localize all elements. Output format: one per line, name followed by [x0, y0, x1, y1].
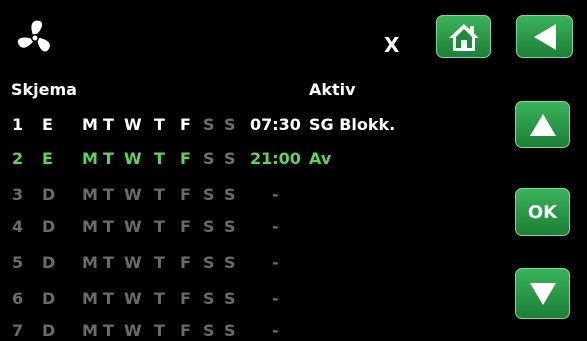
schedule-header: Skjema	[11, 80, 77, 99]
day-letter: T	[103, 185, 114, 204]
day-letter: W	[124, 115, 142, 134]
back-button[interactable]	[516, 15, 573, 58]
day-letter: W	[124, 253, 142, 272]
day-letter: S	[203, 253, 215, 272]
scroll-down-button[interactable]	[515, 268, 570, 319]
row-time: -	[272, 253, 279, 272]
row-time: -	[272, 185, 279, 204]
row-number: 4	[12, 217, 24, 236]
row-mode: D	[42, 217, 56, 236]
schedule-row[interactable]: 5DMTWTFSS-	[0, 253, 500, 273]
day-letter: F	[180, 321, 191, 340]
down-arrow-icon	[529, 282, 556, 305]
day-letter: W	[124, 217, 142, 236]
row-action: Av	[309, 149, 332, 168]
day-letter: T	[103, 289, 114, 308]
schedule-row[interactable]: 7DMTWTFSS-	[0, 321, 500, 341]
day-letter: S	[224, 149, 236, 168]
row-time: 21:00	[250, 149, 301, 168]
row-time: 07:30	[250, 115, 301, 134]
active-header: Aktiv	[309, 80, 356, 99]
day-letter: M	[82, 253, 98, 272]
day-letter: T	[154, 149, 165, 168]
home-button[interactable]	[436, 15, 491, 58]
day-letter: S	[224, 321, 236, 340]
day-letter: S	[203, 217, 215, 236]
row-action: SG Blokk.	[309, 115, 396, 134]
day-letter: W	[124, 321, 142, 340]
day-letter: T	[154, 185, 165, 204]
day-letter: T	[103, 115, 114, 134]
day-letter: W	[124, 185, 142, 204]
day-letter: S	[224, 289, 236, 308]
day-letter: S	[224, 115, 236, 134]
day-letter: S	[203, 149, 215, 168]
day-letter: S	[203, 289, 215, 308]
day-letter: F	[180, 115, 191, 134]
row-time: -	[272, 289, 279, 308]
row-number: 7	[12, 321, 24, 340]
day-letter: T	[154, 321, 165, 340]
day-letter: S	[203, 321, 215, 340]
day-letter: T	[154, 115, 165, 134]
schedule-row[interactable]: 2 E M T W T F S S 21:00 Av	[0, 149, 500, 169]
ok-button[interactable]: OK	[515, 188, 570, 236]
row-mode: E	[42, 149, 53, 168]
up-arrow-icon	[529, 113, 556, 136]
row-number: 6	[12, 289, 24, 308]
day-letter: M	[82, 321, 98, 340]
row-time: -	[272, 321, 279, 340]
day-letter: M	[82, 217, 98, 236]
day-letter: T	[154, 253, 165, 272]
day-letter: S	[224, 253, 236, 272]
row-mode: D	[42, 321, 56, 340]
home-icon	[448, 23, 479, 51]
scroll-up-button[interactable]	[515, 101, 570, 148]
day-letter: T	[154, 217, 165, 236]
day-letter: T	[103, 253, 114, 272]
schedule-row[interactable]: 4DMTWTFSS-	[0, 217, 500, 237]
row-mode: D	[42, 289, 56, 308]
day-letter: W	[124, 149, 142, 168]
row-mode: D	[42, 185, 56, 204]
day-letter: T	[103, 217, 114, 236]
day-letter: F	[180, 217, 191, 236]
schedule-row[interactable]: 6DMTWTFSS-	[0, 289, 500, 309]
day-letter: S	[224, 185, 236, 204]
fan-icon	[17, 20, 50, 52]
day-letter: T	[103, 149, 114, 168]
schedule-row[interactable]: 3DMTWTFSS-	[0, 185, 500, 205]
day-letter: M	[82, 289, 98, 308]
row-mode: D	[42, 253, 56, 272]
row-number: 2	[12, 149, 24, 168]
day-letter: S	[203, 185, 215, 204]
day-letter: F	[180, 185, 191, 204]
close-label[interactable]: X	[384, 33, 399, 57]
day-letter: F	[180, 253, 191, 272]
day-letter: M	[82, 185, 98, 204]
day-letter: M	[82, 149, 98, 168]
day-letter: W	[124, 289, 142, 308]
day-letter: S	[224, 217, 236, 236]
day-letter: T	[154, 289, 165, 308]
row-time: -	[272, 217, 279, 236]
row-mode: E	[42, 115, 53, 134]
day-letter: S	[203, 115, 215, 134]
day-letter: M	[82, 115, 98, 134]
row-number: 5	[12, 253, 24, 272]
row-number: 1	[12, 115, 24, 134]
day-letter: T	[103, 321, 114, 340]
back-arrow-icon	[533, 23, 556, 50]
schedule-row[interactable]: 1 E M T W T F S S 07:30 SG Blokk.	[0, 115, 500, 135]
day-letter: F	[180, 149, 191, 168]
row-number: 3	[12, 185, 24, 204]
day-letter: F	[180, 289, 191, 308]
